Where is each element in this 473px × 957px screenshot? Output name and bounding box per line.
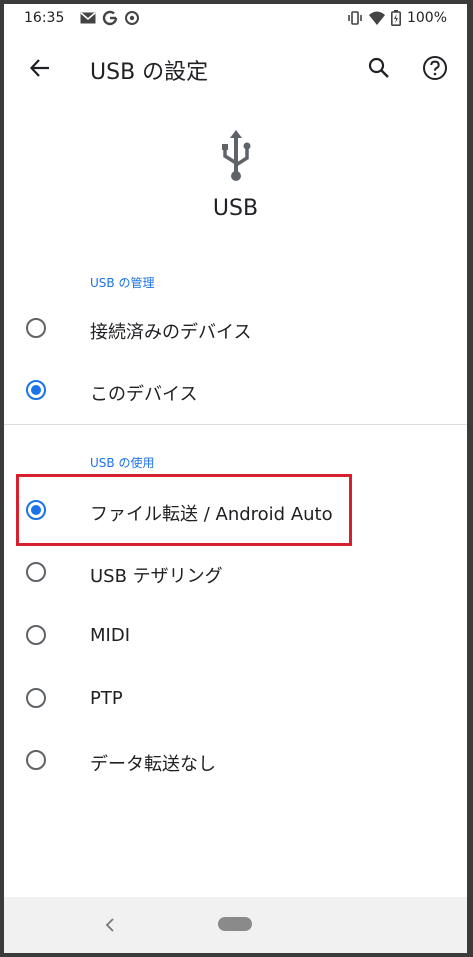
option-usb-tethering[interactable]: USB テザリング <box>4 546 467 602</box>
navigation-bar <box>4 897 467 953</box>
section-label-usb-use: USB の使用 <box>90 456 155 470</box>
battery-icon <box>390 10 401 26</box>
section-divider <box>4 424 467 425</box>
section-label-usb-management: USB の管理 <box>90 276 155 290</box>
radio-unselected[interactable] <box>26 318 46 338</box>
vibrate-icon <box>347 11 363 25</box>
page-title: USB の設定 <box>90 60 209 85</box>
screen: 16:35 100% USB の設定 USB USB の管理 接続済みのデバイス… <box>4 4 467 953</box>
option-label: MIDI <box>90 625 131 646</box>
search-icon <box>368 57 389 78</box>
wifi-icon <box>368 11 385 25</box>
radio-selected[interactable] <box>26 380 46 400</box>
option-label: このデバイス <box>90 384 198 405</box>
sync-icon <box>124 10 140 26</box>
option-label: PTP <box>90 688 123 709</box>
option-label: 接続済みのデバイス <box>90 322 252 343</box>
nav-home-pill[interactable] <box>218 917 252 931</box>
radio-unselected[interactable] <box>26 750 46 770</box>
app-bar: USB の設定 <box>4 34 467 104</box>
arrow-back-icon <box>29 59 49 77</box>
option-no-data-transfer[interactable]: データ転送なし <box>4 734 467 790</box>
status-time: 16:35 <box>24 10 65 26</box>
option-midi[interactable]: MIDI <box>4 609 467 665</box>
google-icon <box>102 10 118 26</box>
radio-unselected[interactable] <box>26 625 46 645</box>
help-icon <box>423 56 447 80</box>
back-button[interactable] <box>22 50 58 86</box>
radio-unselected[interactable] <box>26 688 46 708</box>
gmail-icon <box>80 12 96 24</box>
option-ptp[interactable]: PTP <box>4 672 467 728</box>
highlight-annotation-box <box>16 474 352 546</box>
usb-icon <box>216 128 256 184</box>
option-this-device[interactable]: このデバイス <box>4 364 467 420</box>
usb-header-label: USB <box>212 196 259 221</box>
search-button[interactable] <box>361 50 397 86</box>
nav-back-icon <box>105 918 114 932</box>
radio-unselected[interactable] <box>26 562 46 582</box>
status-left-icons <box>80 10 140 26</box>
status-right: 100% <box>347 10 447 26</box>
option-label: データ転送なし <box>90 754 216 775</box>
option-connected-device[interactable]: 接続済みのデバイス <box>4 302 467 358</box>
help-button[interactable] <box>417 50 453 86</box>
option-label: USB テザリング <box>90 566 223 587</box>
battery-percent: 100% <box>406 10 447 26</box>
status-bar: 16:35 100% <box>4 4 467 34</box>
nav-back-button[interactable] <box>98 913 122 937</box>
